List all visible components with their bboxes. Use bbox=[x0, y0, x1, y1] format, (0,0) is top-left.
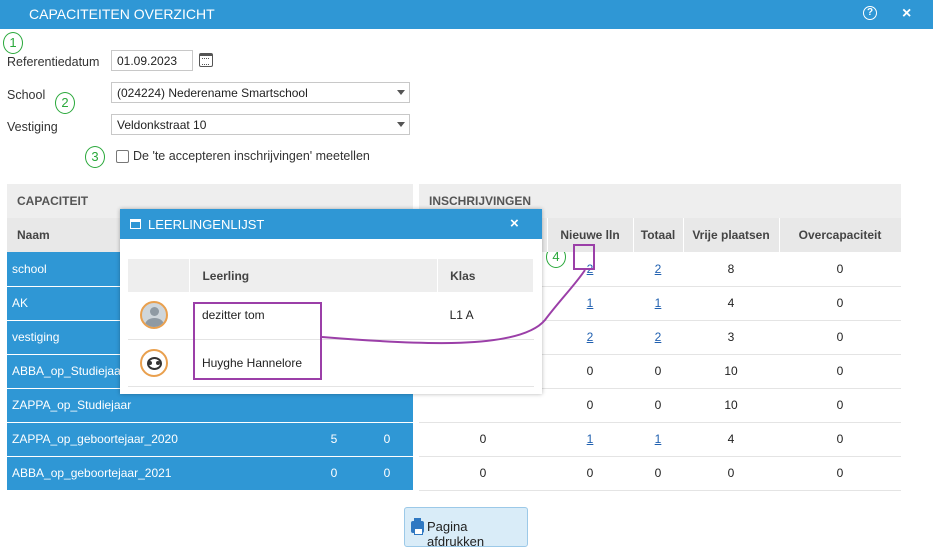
annotation-connector bbox=[321, 269, 586, 345]
print-page-button[interactable]: Pagina afdrukken bbox=[404, 507, 528, 549]
printer-icon bbox=[411, 518, 424, 535]
print-page-label: Pagina afdrukken bbox=[427, 519, 485, 549]
